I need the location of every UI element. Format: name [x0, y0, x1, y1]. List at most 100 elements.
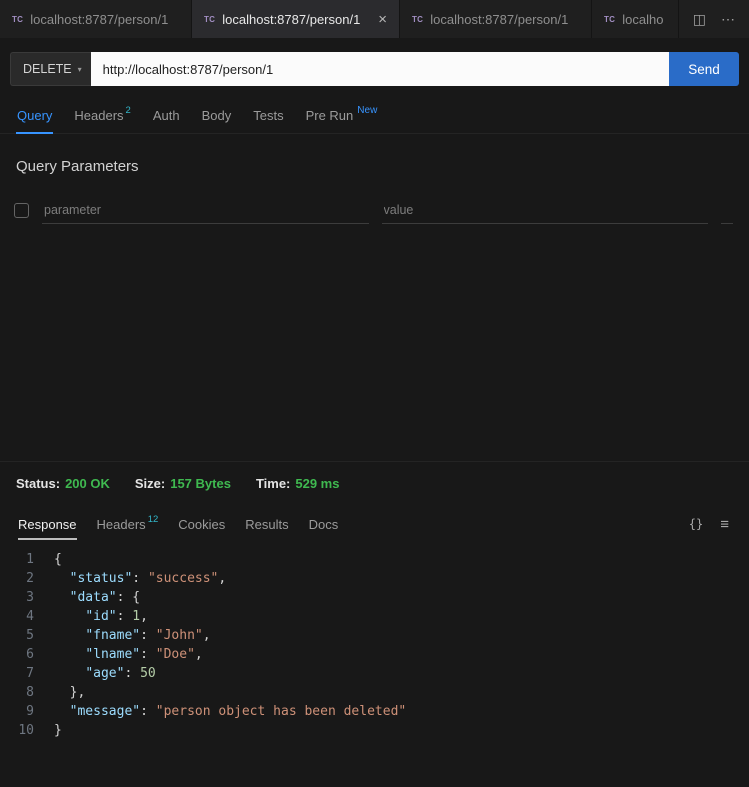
line-number: 1	[0, 550, 34, 569]
code-line: 3 "data": {	[0, 588, 749, 607]
code-text: "lname": "Doe",	[54, 645, 203, 664]
tab-label: Query	[17, 108, 52, 123]
response-status-bar: Status: 200 OK Size: 157 Bytes Time: 529…	[0, 461, 749, 505]
size-group: Size: 157 Bytes	[135, 476, 231, 491]
time-label: Time:	[256, 476, 290, 491]
editor-tab-1[interactable]: TC localhost:8787/person/1	[0, 0, 192, 38]
param-name-input[interactable]	[42, 197, 369, 224]
code-line: 5 "fname": "John",	[0, 626, 749, 645]
code-text: },	[54, 683, 85, 702]
tab-label: Pre Run	[306, 108, 354, 123]
chevron-down-icon: ▾	[78, 65, 82, 74]
time-group: Time: 529 ms	[256, 476, 340, 491]
code-text: "id": 1,	[54, 607, 148, 626]
response-toolbar-icons: {} ≡	[689, 505, 741, 543]
tab-query[interactable]: Query	[6, 98, 63, 133]
code-line: 9 "message": "person object has been del…	[0, 702, 749, 721]
editor-actions: ◫ ⋯	[679, 0, 749, 38]
time-value: 529 ms	[295, 476, 339, 491]
line-number: 9	[0, 702, 34, 721]
code-text: "status": "success",	[54, 569, 226, 588]
thunder-client-icon: TC	[204, 15, 215, 24]
tab-response-headers[interactable]: Headers 12	[87, 505, 169, 543]
tab-tests[interactable]: Tests	[242, 98, 294, 133]
tab-auth[interactable]: Auth	[142, 98, 191, 133]
editor-tab-bar: TC localhost:8787/person/1 TC localhost:…	[0, 0, 749, 38]
code-line: 7 "age": 50	[0, 664, 749, 683]
tab-label: localhost:8787/person/1	[430, 12, 568, 27]
tab-results[interactable]: Results	[235, 505, 298, 543]
line-number: 8	[0, 683, 34, 702]
code-line: 10}	[0, 721, 749, 740]
query-param-row	[14, 197, 733, 224]
tab-label: Headers	[97, 517, 146, 532]
line-number: 5	[0, 626, 34, 645]
thunder-client-icon: TC	[412, 15, 423, 24]
request-tabs: Query Headers 2 Auth Body Tests Pre Run …	[0, 98, 749, 134]
tab-response[interactable]: Response	[8, 505, 87, 543]
line-number: 10	[0, 721, 34, 740]
tab-label: localhost:8787/person/1	[30, 12, 168, 27]
code-text: }	[54, 721, 62, 740]
tab-label: Results	[245, 517, 288, 532]
tab-label: Response	[18, 517, 77, 532]
close-icon[interactable]: ×	[370, 12, 387, 27]
method-dropdown[interactable]: DELETE ▾	[10, 52, 91, 86]
tab-body[interactable]: Body	[191, 98, 243, 133]
response-body: 1{2 "status": "success",3 "data": {4 "id…	[0, 543, 749, 787]
new-badge: New	[357, 105, 377, 116]
headers-count-badge: 2	[126, 105, 131, 116]
format-json-icon[interactable]: {}	[689, 517, 703, 531]
param-value-input[interactable]	[382, 197, 709, 224]
line-number: 3	[0, 588, 34, 607]
tab-label: Headers	[74, 108, 123, 123]
editor-tab-4[interactable]: TC localho	[592, 0, 679, 38]
tab-cookies[interactable]: Cookies	[168, 505, 235, 543]
response-tabs: Response Headers 12 Cookies Results Docs…	[0, 505, 749, 543]
code-line: 1{	[0, 550, 749, 569]
code-line: 6 "lname": "Doe",	[0, 645, 749, 664]
thunder-client-icon: TC	[12, 15, 23, 24]
wrap-lines-icon[interactable]: ≡	[720, 516, 729, 533]
param-checkbox[interactable]	[14, 203, 29, 218]
code-line: 4 "id": 1,	[0, 607, 749, 626]
tab-docs[interactable]: Docs	[299, 505, 349, 543]
send-button[interactable]: Send	[669, 52, 739, 86]
tab-label: Tests	[253, 108, 283, 123]
query-parameters-title: Query Parameters	[16, 158, 749, 175]
code-text: "message": "person object has been delet…	[54, 702, 406, 721]
more-actions-icon[interactable]: ⋯	[721, 11, 735, 28]
status-value: 200 OK	[65, 476, 110, 491]
editor-tab-3[interactable]: TC localhost:8787/person/1	[400, 0, 592, 38]
tab-label: Body	[202, 108, 232, 123]
thunder-client-icon: TC	[604, 15, 615, 24]
url-input[interactable]	[91, 52, 669, 86]
code-text: "age": 50	[54, 664, 156, 683]
tab-label: localhost:8787/person/1	[222, 12, 360, 27]
line-number: 6	[0, 645, 34, 664]
code-text: "fname": "John",	[54, 626, 211, 645]
method-label: DELETE	[23, 62, 72, 76]
tab-label: Cookies	[178, 517, 225, 532]
size-label: Size:	[135, 476, 165, 491]
line-number: 7	[0, 664, 34, 683]
tab-label: Auth	[153, 108, 180, 123]
size-value: 157 Bytes	[170, 476, 231, 491]
tab-label: Docs	[309, 517, 339, 532]
code-text: {	[54, 550, 62, 569]
line-number: 2	[0, 569, 34, 588]
editor-tab-2-active[interactable]: TC localhost:8787/person/1 ×	[192, 0, 400, 38]
code-line: 8 },	[0, 683, 749, 702]
request-bar: DELETE ▾ Send	[0, 38, 749, 98]
response-headers-count-badge: 12	[148, 514, 159, 525]
code-text: "data": {	[54, 588, 140, 607]
split-editor-icon[interactable]: ◫	[693, 11, 706, 28]
tab-pre-run[interactable]: Pre Run New	[295, 98, 389, 133]
status-label: Status:	[16, 476, 60, 491]
empty-area	[0, 224, 749, 461]
line-number: 4	[0, 607, 34, 626]
tab-headers[interactable]: Headers 2	[63, 98, 141, 133]
code-line: 2 "status": "success",	[0, 569, 749, 588]
status-group: Status: 200 OK	[16, 476, 110, 491]
tab-label: localho	[622, 12, 663, 27]
